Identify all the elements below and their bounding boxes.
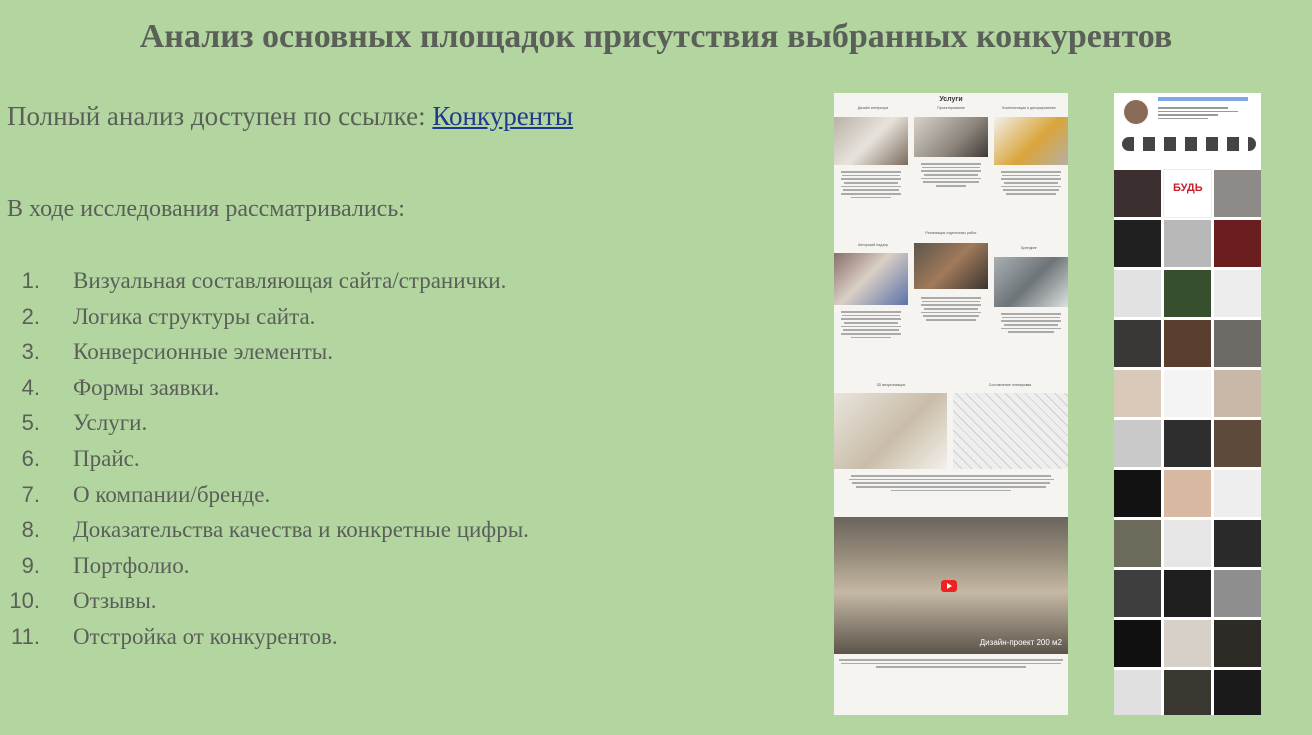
- list-item: 2. Логика структуры сайта.: [21, 303, 316, 329]
- list-item: 6. Прайс.: [21, 445, 140, 471]
- site-text: [846, 475, 1056, 493]
- criteria-list: 1. Визуальная составляющая сайта/страничк…: [0, 266, 640, 658]
- site-caption: Брендинг: [1021, 246, 1037, 250]
- list-item: 10. Отзывы.: [9, 588, 157, 614]
- site-caption: 3D визуализация: [876, 383, 906, 387]
- story-highlights[interactable]: [1122, 137, 1256, 151]
- site-section-title: Реализация отделочных работ: [925, 231, 977, 235]
- site-caption: Проектирование: [937, 106, 965, 110]
- avatar: [1124, 100, 1148, 124]
- list-item: 3. Конверсионные элементы.: [21, 339, 333, 365]
- profile-bio: [1158, 107, 1248, 120]
- list-item: 5. Услуги.: [21, 410, 148, 436]
- profile-buttons: [1158, 97, 1248, 101]
- site-caption: Комплектация и декорирование: [1002, 106, 1056, 110]
- list-item: 11. Отстройка от конкурентов.: [11, 623, 338, 649]
- site-photo: [834, 117, 908, 165]
- video-preview[interactable]: Дизайн-проект 200 м2: [834, 517, 1068, 654]
- site-photo: [914, 243, 988, 289]
- intro-line: Полный анализ доступен по ссылке: Конкур…: [7, 101, 573, 132]
- site-text: [840, 171, 902, 201]
- site-photo: [994, 117, 1068, 165]
- site-text: [840, 311, 902, 341]
- site-text: [1000, 171, 1062, 197]
- site-caption: Дизайн интерьера: [857, 106, 889, 110]
- list-item: 4. Формы заявки.: [21, 374, 220, 400]
- site-text: [838, 659, 1064, 670]
- list-item: 1. Визуальная составляющая сайта/страничк…: [21, 268, 507, 293]
- play-icon[interactable]: [941, 580, 957, 592]
- site-photo: [994, 257, 1068, 307]
- site-text: [920, 163, 982, 189]
- post-tile-text: БУДЬ: [1173, 182, 1203, 194]
- site-caption: Составление планировки: [988, 383, 1032, 387]
- list-item: 7. О компании/бренде.: [21, 481, 271, 507]
- site-photo: [834, 393, 947, 469]
- site-heading: Услуги: [939, 96, 963, 103]
- intro-text: Полный анализ доступен по ссылке:: [7, 101, 433, 131]
- page-title: Анализ основных площадок присутствия выб…: [139, 18, 1173, 55]
- video-label: Дизайн-проект 200 м2: [979, 638, 1062, 647]
- site-photo: [914, 117, 988, 157]
- site-caption: Авторский надзор: [858, 243, 888, 247]
- site-text: [920, 297, 982, 323]
- instagram-screenshot: БУДЬ: [1114, 93, 1261, 715]
- site-text: [1000, 313, 1062, 335]
- site-photo: [953, 393, 1068, 469]
- site-photo: [834, 253, 908, 305]
- list-item: 8. Доказательства качества и конкретные ц…: [21, 517, 529, 543]
- subheading: В ходе исследования рассматривались:: [7, 196, 405, 222]
- list-item: 9. Портфолио.: [21, 552, 190, 578]
- website-screenshot: Услуги Дизайн интерьера Проектирование К…: [834, 93, 1068, 715]
- competitors-link[interactable]: Конкуренты: [432, 101, 573, 131]
